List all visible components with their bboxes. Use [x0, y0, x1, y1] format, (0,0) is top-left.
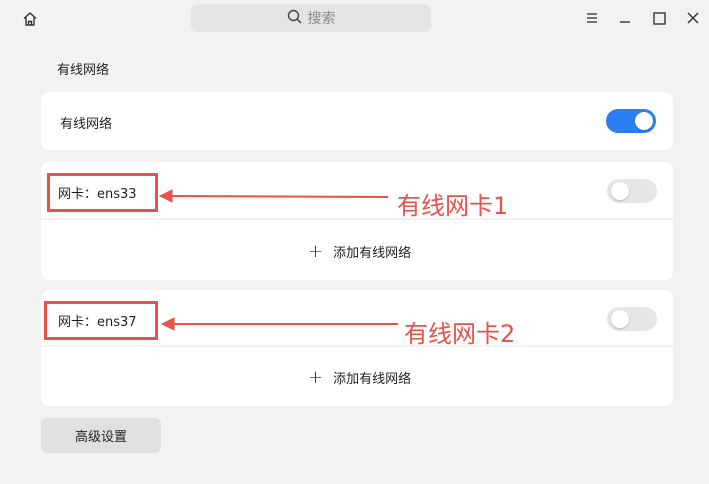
annotation-label: 有线网卡1 — [397, 192, 509, 220]
annotation-label: 有线网卡2 — [404, 320, 516, 348]
annotation-arrow — [158, 189, 389, 203]
annotation-arrows — [158, 189, 398, 331]
annotation-arrow — [160, 317, 398, 331]
